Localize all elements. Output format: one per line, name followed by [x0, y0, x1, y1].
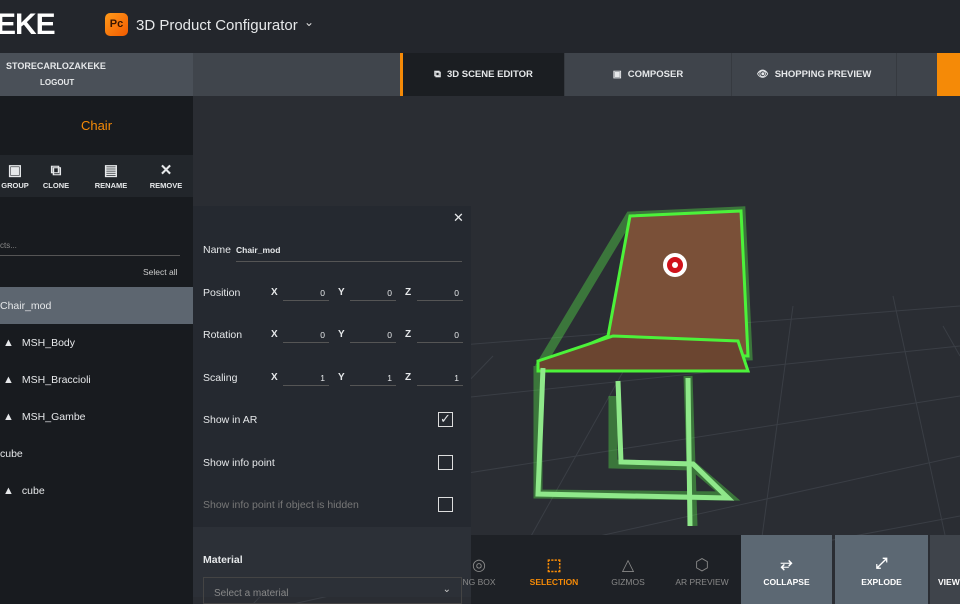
clone-icon: ⧉ [50, 162, 62, 179]
mesh-icon: ▲ [3, 336, 14, 349]
selection-icon: ⬚ [546, 557, 562, 574]
chair-model[interactable] [533, 206, 753, 527]
mesh-icon: ▲ [3, 484, 14, 497]
tab-bar-spacer [193, 53, 400, 96]
mesh-icon: ▲ [3, 410, 14, 423]
axis-label-z: Z [405, 372, 412, 383]
rotation-z-input[interactable]: 0 [417, 327, 463, 343]
name-input[interactable]: Chair_mod [236, 240, 462, 262]
scaling-z-input[interactable]: 1 [417, 370, 463, 386]
ar-preview-button[interactable]: ⬡ AR PREVIEW [662, 535, 742, 604]
username: STORECARLOZAKEKE [6, 61, 106, 71]
selection-button[interactable]: ⬚ SELECTION [514, 535, 594, 604]
search-input[interactable]: cts... [0, 236, 180, 256]
axis-label-z: Z [405, 329, 412, 340]
show-info-point-checkbox[interactable] [438, 455, 453, 470]
position-y-input[interactable]: 0 [350, 285, 396, 301]
rename-icon: ▤ [103, 162, 119, 179]
position-label: Position [203, 287, 241, 299]
panel-title: Chair [80, 118, 113, 133]
app-badge: Pc [105, 13, 128, 36]
rotation-label: Rotation [203, 329, 243, 341]
rotation-x-input[interactable]: 0 [283, 327, 329, 343]
list-item[interactable]: ▲ MSH_Body [0, 324, 193, 361]
axis-label-x: X [271, 329, 278, 340]
user-block: STORECARLOZAKEKE LOGOUT [0, 53, 193, 96]
logo: EKE [0, 8, 56, 41]
axis-label-x: X [271, 372, 278, 383]
shapes-icon: ▣ [612, 69, 622, 80]
group-icon: ▣ [7, 162, 23, 179]
accent-button[interactable] [937, 53, 960, 96]
remove-button[interactable]: ✕ REMOVE [141, 161, 191, 190]
scaling-label: Scaling [203, 372, 238, 384]
list-item[interactable]: ▲ MSH_Gambe [0, 398, 193, 435]
position-x-input[interactable]: 0 [283, 285, 329, 301]
viewport-toolbar: ◎ NG BOX ⬚ SELECTION △ GIZMOS ⬡ AR PREVIEW [462, 535, 742, 604]
chevron-down-icon[interactable]: ⌄ [304, 15, 314, 29]
rotation-y-input[interactable]: 0 [350, 327, 396, 343]
logout-link[interactable]: LOGOUT [40, 78, 74, 87]
clone-button[interactable]: ⧉ CLONE [31, 161, 81, 190]
show-info-hidden-label: Show info point if object is hidden [203, 499, 359, 511]
material-label: Material [203, 554, 243, 566]
bounding-box-icon: ◎ [472, 557, 486, 574]
position-z-input[interactable]: 0 [417, 285, 463, 301]
ar-icon: ⬡ [695, 557, 709, 574]
mesh-icon: ▲ [3, 373, 14, 386]
view-button[interactable]: VIEW [930, 535, 960, 604]
scaling-y-input[interactable]: 1 [350, 370, 396, 386]
explode-icon: ⤢ [875, 555, 888, 572]
show-in-ar-label: Show in AR [203, 414, 258, 426]
axis-label-x: X [271, 287, 278, 298]
gizmo-icon: △ [621, 557, 635, 574]
close-icon: ✕ [159, 162, 173, 179]
bounding-box-button[interactable]: ◎ NG BOX [439, 535, 519, 604]
explode-button[interactable]: ⤢ EXPLODE [835, 535, 928, 604]
close-icon[interactable]: ✕ [453, 210, 464, 226]
layers-icon: ⧉ [434, 69, 441, 80]
select-all-link[interactable]: Select all [143, 267, 178, 277]
material-select[interactable]: Select a material ⌄ [203, 577, 462, 604]
collapse-icon: ⥂ [780, 555, 793, 572]
show-info-point-label: Show info point [203, 457, 275, 469]
axis-label-y: Y [338, 287, 345, 298]
tab-3d-scene-editor[interactable]: ⧉ 3D SCENE EDITOR [400, 53, 565, 96]
axis-label-y: Y [338, 329, 345, 340]
app-title[interactable]: 3D Product Configurator [136, 17, 298, 34]
list-item[interactable]: Chair_mod [0, 287, 193, 324]
rename-button[interactable]: ▤ RENAME [86, 161, 136, 190]
axis-label-z: Z [405, 287, 412, 298]
scaling-x-input[interactable]: 1 [283, 370, 329, 386]
eye-icon: 👁 [756, 69, 769, 80]
tab-spacer [897, 53, 937, 96]
list-item[interactable]: ▲ cube [0, 472, 193, 509]
tab-shopping-preview[interactable]: 👁 SHOPPING PREVIEW [732, 53, 897, 96]
group-button[interactable]: ▣ GROUP [0, 161, 30, 190]
axis-label-y: Y [338, 372, 345, 383]
show-info-hidden-checkbox[interactable] [438, 497, 453, 512]
name-label: Name [203, 244, 232, 256]
tab-composer[interactable]: ▣ COMPOSER [565, 53, 732, 96]
list-item[interactable]: ▲ MSH_Braccioli [0, 361, 193, 398]
show-in-ar-checkbox[interactable]: ✓ [438, 412, 453, 427]
collapse-button[interactable]: ⥂ COLLAPSE [741, 535, 832, 604]
list-item[interactable]: cube [0, 435, 193, 472]
gizmos-button[interactable]: △ GIZMOS [588, 535, 668, 604]
object-toolbar: ▣ GROUP ⧉ CLONE ▤ RENAME ✕ REMOVE [0, 155, 193, 197]
